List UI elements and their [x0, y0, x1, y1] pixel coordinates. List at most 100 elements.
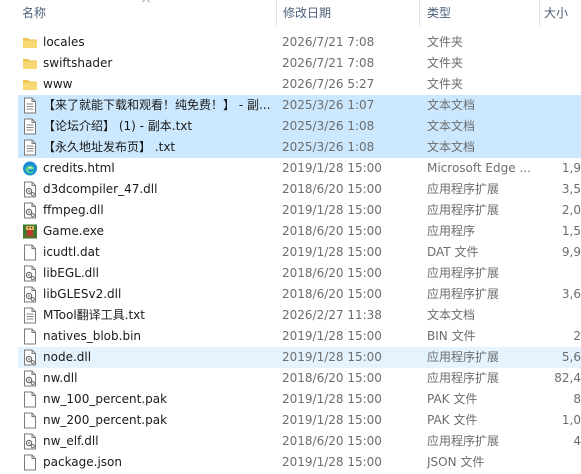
file-size: [549, 116, 581, 137]
file-size: [549, 305, 581, 326]
folder-icon: [22, 55, 38, 72]
file-row[interactable]: 【来了就能下载和观看！纯免费！】 - 副... 2025/3/26 1:07 文本文…: [18, 95, 581, 116]
file-row[interactable]: MTool翻译工具.txt 2026/2/27 11:38 文本文档: [18, 305, 581, 326]
file-name: nw_200_percent.pak: [43, 413, 168, 427]
file-row[interactable]: node.dll 2019/1/28 15:00 应用程序扩展 5,6: [18, 347, 581, 368]
file-size: [549, 263, 581, 284]
column-divider[interactable]: [276, 0, 277, 26]
file-type: 应用程序扩展: [427, 434, 500, 448]
dll-file-icon: [22, 370, 38, 387]
file-row[interactable]: libGLESv2.dll 2018/6/20 15:00 应用程序扩展 3,6: [18, 284, 581, 305]
file-type: 文件夹: [427, 77, 464, 91]
file-modified-date: 2018/6/20 15:00: [282, 266, 382, 280]
edge-html-icon: [22, 160, 38, 177]
file-size: 5,6: [561, 350, 581, 364]
file-modified-date: 2019/1/28 15:00: [282, 203, 382, 217]
file-modified-date: 2019/1/28 15:00: [282, 161, 382, 175]
column-header-type[interactable]: 类型: [427, 3, 451, 23]
file-type: 应用程序扩展: [427, 287, 500, 301]
file-modified-date: 2025/3/26 1:08: [282, 119, 375, 133]
dll-file-icon: [22, 202, 38, 219]
file-row[interactable]: www 2026/7/26 5:27 文件夹: [18, 74, 581, 95]
file-name: d3dcompiler_47.dll: [43, 182, 158, 196]
file-name: swiftshader: [43, 56, 113, 70]
text-file-icon: [22, 139, 38, 156]
file-row[interactable]: nw.dll 2018/6/20 15:00 应用程序扩展 82,4: [18, 368, 581, 389]
file-name: libEGL.dll: [43, 266, 99, 280]
file-row[interactable]: nw_200_percent.pak 2019/1/28 15:00 PAK 文件 1…: [18, 410, 581, 431]
file-row[interactable]: nw_100_percent.pak 2019/1/28 15:00 PAK 文件 8: [18, 389, 581, 410]
file-size: [549, 137, 581, 158]
dll-file-icon: [22, 349, 38, 366]
file-size: 4: [573, 434, 581, 448]
blank-file-icon: [22, 454, 38, 471]
file-row[interactable]: libEGL.dll 2018/6/20 15:00 应用程序扩展: [18, 263, 581, 284]
file-name: 【永久地址发布页】 .txt: [43, 140, 176, 154]
file-name: www: [43, 77, 73, 91]
file-modified-date: 2019/1/28 15:00: [282, 455, 382, 469]
file-name: package.json: [43, 455, 123, 469]
file-row[interactable]: locales 2026/7/21 7:08 文件夹: [18, 32, 581, 53]
file-size: 1,0: [561, 413, 581, 427]
file-row[interactable]: package.json 2019/1/28 15:00 JSON 文件: [18, 452, 581, 473]
column-divider[interactable]: [539, 0, 540, 26]
file-type: 应用程序扩展: [427, 371, 500, 385]
file-type: 文本文档: [427, 308, 476, 322]
file-row[interactable]: 【永久地址发布页】 .txt 2025/3/26 1:08 文本文档: [18, 137, 581, 158]
file-modified-date: 2018/6/20 15:00: [282, 371, 382, 385]
file-row[interactable]: nw_elf.dll 2018/6/20 15:00 应用程序扩展 4: [18, 431, 581, 452]
dll-file-icon: [22, 433, 38, 450]
file-type: 文本文档: [427, 119, 476, 133]
column-divider[interactable]: [419, 0, 420, 26]
file-row[interactable]: icudtl.dat 2019/1/28 15:00 DAT 文件 9,9: [18, 242, 581, 263]
file-size: 8: [573, 392, 581, 406]
file-modified-date: 2018/6/20 15:00: [282, 224, 382, 238]
file-row[interactable]: d3dcompiler_47.dll 2018/6/20 15:00 应用程序扩展 3…: [18, 179, 581, 200]
column-header-bar: 名称 修改日期 类型 大小: [0, 0, 581, 26]
column-header-date[interactable]: 修改日期: [283, 3, 331, 23]
file-name: 【来了就能下载和观看！纯免费！】 - 副...: [43, 98, 271, 112]
file-type: 应用程序扩展: [427, 350, 500, 364]
file-size: [549, 53, 581, 74]
file-type: DAT 文件: [427, 245, 479, 259]
file-row[interactable]: natives_blob.bin 2019/1/28 15:00 BIN 文件 2: [18, 326, 581, 347]
file-modified-date: 2019/1/28 15:00: [282, 245, 382, 259]
folder-icon: [22, 34, 38, 51]
file-size: [549, 452, 581, 473]
file-name: nw_elf.dll: [43, 434, 99, 448]
file-type: 文件夹: [427, 56, 464, 70]
column-header-size[interactable]: 大小: [544, 3, 568, 23]
file-type: 文本文档: [427, 140, 476, 154]
file-modified-date: 2018/6/20 15:00: [282, 434, 382, 448]
file-type: 应用程序扩展: [427, 182, 500, 196]
text-file-icon: [22, 307, 38, 324]
file-size: 1,5: [561, 224, 581, 238]
blank-file-icon: [22, 244, 38, 261]
file-row[interactable]: ffmpeg.dll 2019/1/28 15:00 应用程序扩展 2,0: [18, 200, 581, 221]
file-row[interactable]: 【论坛介绍】 (1) - 副本.txt 2025/3/26 1:08 文本文档: [18, 116, 581, 137]
file-modified-date: 2019/1/28 15:00: [282, 329, 382, 343]
dll-file-icon: [22, 181, 38, 198]
file-type: BIN 文件: [427, 329, 476, 343]
dll-file-icon: [22, 286, 38, 303]
file-row[interactable]: swiftshader 2026/7/21 7:08 文件夹: [18, 53, 581, 74]
blank-file-icon: [22, 412, 38, 429]
file-name: MTool翻译工具.txt: [43, 308, 145, 322]
text-file-icon: [22, 97, 38, 114]
file-name: ffmpeg.dll: [43, 203, 104, 217]
column-header-name[interactable]: 名称: [22, 3, 46, 23]
game-exe-icon: [22, 223, 38, 240]
file-name: nw_100_percent.pak: [43, 392, 168, 406]
file-size: 3,6: [561, 287, 581, 301]
blank-file-icon: [22, 328, 38, 345]
file-row[interactable]: credits.html 2019/1/28 15:00 Microsoft Edg…: [18, 158, 581, 179]
file-type: PAK 文件: [427, 392, 478, 406]
file-size: [549, 32, 581, 53]
file-type: 应用程序: [427, 224, 476, 238]
file-row[interactable]: Game.exe 2018/6/20 15:00 应用程序 1,5: [18, 221, 581, 242]
file-modified-date: 2026/2/27 11:38: [282, 308, 382, 322]
file-name: node.dll: [43, 350, 92, 364]
file-size: 9,9: [561, 245, 581, 259]
file-type: 文件夹: [427, 35, 464, 49]
blank-file-icon: [22, 391, 38, 408]
